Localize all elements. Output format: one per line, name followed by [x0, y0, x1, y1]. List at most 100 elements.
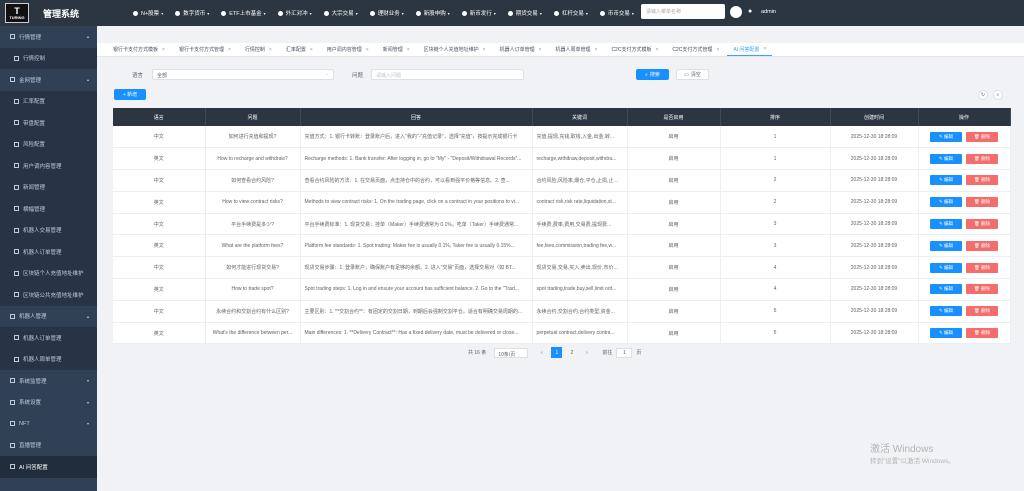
refresh-icon[interactable]: ↻	[978, 90, 988, 100]
username[interactable]: admin	[761, 9, 776, 15]
search-toggle-icon[interactable]: ⌕	[993, 90, 1003, 100]
delete-button[interactable]: 🗑 删除	[966, 284, 998, 295]
delete-button[interactable]: 🗑 删除	[966, 131, 998, 142]
delete-button[interactable]: 🗑 删除	[966, 306, 998, 317]
topnav-item-9[interactable]: 杠杆交易 ▾	[553, 9, 588, 17]
sidebar-item-13[interactable]: 机器人管理 ▴	[0, 306, 97, 328]
close-icon[interactable]: ×	[483, 47, 486, 53]
topnav-item-10[interactable]: 币币交易 ▾	[599, 9, 634, 17]
sidebar-item-15[interactable]: 机器人周单管理	[0, 348, 97, 370]
tab-2[interactable]: 行情控制 ×	[239, 44, 278, 56]
close-icon[interactable]: ×	[716, 47, 719, 53]
edit-button[interactable]: ✎ 编辑	[930, 153, 962, 164]
close-icon[interactable]: ×	[407, 47, 410, 53]
page-size-select[interactable]: 10条/页	[494, 347, 529, 358]
delete-button[interactable]: 🗑 删除	[966, 219, 998, 230]
sidebar-item-9[interactable]: 机器人交易管理	[0, 219, 97, 241]
close-icon[interactable]: ×	[228, 47, 231, 53]
cell-q: How to view contract risks?	[205, 191, 301, 214]
edit-button[interactable]: ✎ 编辑	[930, 306, 962, 317]
topnav-item-3[interactable]: 外汇对冲 ▾	[277, 9, 312, 17]
tab-6[interactable]: 区块链个人充值地址维护 ×	[418, 44, 492, 56]
notification-icon[interactable]: ●	[748, 8, 752, 15]
avatar[interactable]	[730, 6, 742, 18]
tab-8[interactable]: 机器人周单管理 ×	[550, 44, 604, 56]
edit-button[interactable]: ✎ 编辑	[930, 197, 962, 208]
tab-11[interactable]: AI 问答配置 ×	[727, 44, 773, 56]
delete-button[interactable]: 🗑 删除	[966, 153, 998, 164]
sidebar-item-5[interactable]: 风险配置	[0, 133, 97, 155]
edit-button[interactable]: ✎ 编辑	[930, 240, 962, 251]
prev-page-button[interactable]: ‹	[536, 347, 547, 358]
menu-icon	[10, 34, 15, 40]
sidebar-item-0[interactable]: 行情管理 ▴	[0, 26, 97, 48]
delete-button[interactable]: 🗑 删除	[966, 240, 998, 251]
sidebar-item-10[interactable]: 机器人订单管理	[0, 241, 97, 263]
topnav-item-0[interactable]: N+股票 ▾	[133, 9, 163, 17]
edit-button[interactable]: ✎ 编辑	[930, 262, 962, 273]
tab-4[interactable]: 用户调内容管理 ×	[321, 44, 375, 56]
sidebar-item-1[interactable]: 行情控制	[0, 47, 97, 69]
menu-search-input[interactable]: 请输入菜单名称	[641, 4, 725, 19]
tab-0[interactable]: 银行卡支付方式模板 ×	[107, 44, 171, 56]
topnav-item-1[interactable]: 数字货币 ▾	[175, 9, 209, 17]
topnav-item-8[interactable]: 期货交易 ▾	[507, 9, 542, 17]
close-icon[interactable]: ×	[763, 46, 766, 52]
sidebar-item-11[interactable]: 区块链个人充值地址维护	[0, 262, 97, 284]
sidebar-item-2[interactable]: 金网管理 ▴	[0, 69, 97, 91]
sidebar-item-16[interactable]: 系统监管理 ▾	[0, 370, 97, 392]
close-icon[interactable]: ×	[366, 47, 369, 53]
search-button[interactable]: ⌕ 搜索	[636, 69, 669, 80]
close-icon[interactable]: ×	[269, 47, 272, 53]
topnav-item-4[interactable]: 大宗交易 ▾	[323, 9, 358, 17]
close-icon[interactable]: ×	[539, 47, 542, 53]
sidebar-item-12[interactable]: 区块链公共充值地址维护	[0, 284, 97, 306]
menu-icon	[553, 10, 559, 16]
tab-5[interactable]: 新闻管理 ×	[377, 44, 416, 56]
sidebar-item-19[interactable]: 直播管理	[0, 435, 97, 457]
delete-button[interactable]: 🗑 删除	[966, 262, 998, 273]
sidebar-item-14[interactable]: 机器人订单管理	[0, 327, 97, 349]
reset-button[interactable]: ▭ 清空	[676, 69, 709, 80]
delete-button[interactable]: 🗑 删除	[966, 328, 998, 339]
close-icon[interactable]: ×	[310, 47, 313, 53]
sidebar-item-18[interactable]: NFT ▾	[0, 413, 97, 435]
sidebar-item-20[interactable]: AI 问答配置	[0, 456, 97, 478]
sidebar-item-17[interactable]: 系统设置 ▾	[0, 392, 97, 414]
sidebar-item-7[interactable]: 新闻管理	[0, 176, 97, 198]
close-icon[interactable]: ×	[595, 47, 598, 53]
topnav-item-label: 新币发行	[469, 11, 492, 17]
page-button-1[interactable]: 1	[551, 347, 563, 358]
tab-1[interactable]: 银行卡支付方式管理 ×	[173, 44, 237, 56]
goto-page-input[interactable]: 1	[616, 347, 633, 358]
close-icon[interactable]: ×	[655, 47, 658, 53]
delete-button[interactable]: 🗑 删除	[966, 175, 998, 186]
close-icon[interactable]: ×	[162, 47, 165, 53]
topnav-item-5[interactable]: 理财业务 ▾	[369, 9, 404, 17]
topnav-item-2[interactable]: ETF上市基金 ▾	[221, 9, 266, 17]
edit-button[interactable]: ✎ 编辑	[930, 284, 962, 295]
tab-7[interactable]: 机器人订单管理 ×	[494, 44, 548, 56]
topnav-item-6[interactable]: 新股申购 ▾	[415, 9, 450, 17]
sidebar-item-4[interactable]: 带盘配置	[0, 112, 97, 134]
tab-9[interactable]: C2C支付方式模板 ×	[605, 44, 664, 56]
edit-button[interactable]: ✎ 编辑	[930, 175, 962, 186]
tab-10[interactable]: C2C支付方式管理 ×	[666, 44, 725, 56]
delete-button[interactable]: 🗑 删除	[966, 197, 998, 208]
sidebar-item-6[interactable]: 用户调内容管理	[0, 155, 97, 177]
edit-button[interactable]: ✎ 编辑	[930, 328, 962, 339]
sidebar-item-label: 横幅管理	[23, 206, 46, 213]
question-input[interactable]: 请输入问题	[371, 69, 524, 80]
next-page-button[interactable]: ›	[581, 347, 592, 358]
topnav-item-7[interactable]: 新币发行 ▾	[461, 9, 496, 17]
sidebar-item-3[interactable]: 汇率配置	[0, 90, 97, 112]
sidebar-item-8[interactable]: 横幅管理	[0, 198, 97, 220]
language-select[interactable]: 全部 ⌄	[152, 69, 334, 80]
add-button[interactable]: + 新增	[114, 89, 146, 100]
tab-3[interactable]: 汇率配置 ×	[280, 44, 319, 56]
cell-sort: 2	[720, 169, 831, 192]
cell-a: 查看合约风险的方法：1. 在交易页面，点击持仓中的合约，可以看到强平价格等信息。…	[300, 169, 533, 192]
edit-button[interactable]: ✎ 编辑	[930, 131, 962, 142]
edit-button[interactable]: ✎ 编辑	[930, 219, 962, 230]
page-button-2[interactable]: 2	[566, 347, 578, 358]
